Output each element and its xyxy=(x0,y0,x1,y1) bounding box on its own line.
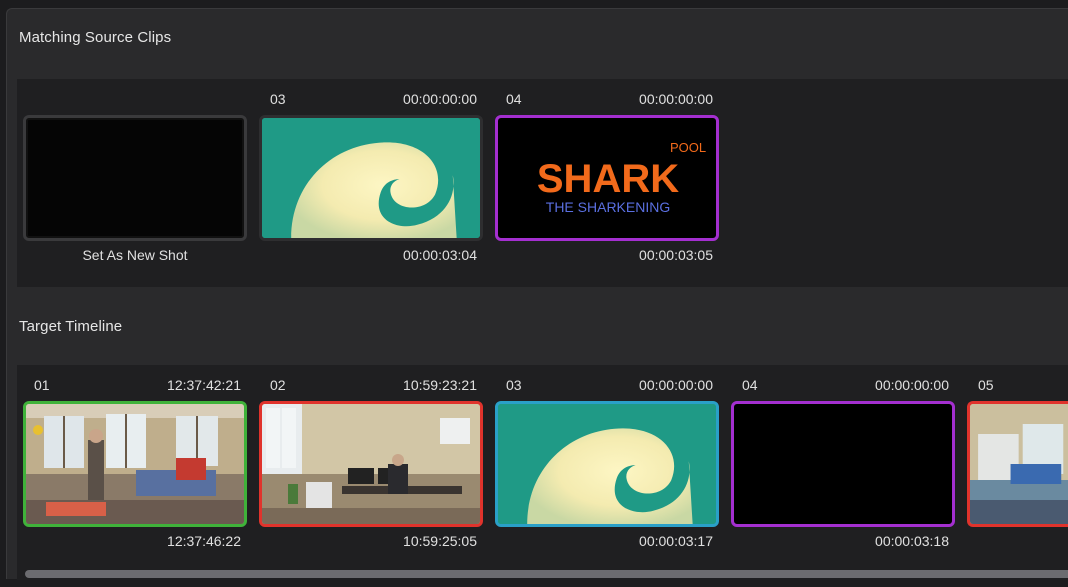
set-as-new-shot-label: Set As New Shot xyxy=(82,247,188,263)
wave-thumbnail xyxy=(495,401,719,527)
black-thumbnail xyxy=(731,401,955,527)
source-clip-03[interactable]: 03 00:00:00:00 00:00:03:04 xyxy=(259,91,483,301)
clip-number: 03 xyxy=(270,91,286,107)
clip-start-timecode: 12:37:42:21 xyxy=(167,377,241,393)
office-scene-thumbnail xyxy=(23,401,247,527)
clip-end-timecode: 00:00:03:18 xyxy=(875,533,949,549)
timeline-clip-02[interactable]: 02 10:59:23:21 10:59:25:05 xyxy=(259,377,483,587)
timeline-clip-05[interactable]: 05 xyxy=(967,377,1068,587)
clip-number: 05 xyxy=(978,377,994,393)
shark-title-thumbnail: POOL SHARK THE SHARKENING xyxy=(495,115,719,241)
match-clips-window: Matching Source Clips Set As New Shot 03… xyxy=(6,8,1068,580)
clip-end-timecode: 00:00:03:17 xyxy=(639,533,713,549)
clip-end-timecode: 00:00:03:05 xyxy=(639,247,713,263)
clip-end-timecode: 12:37:46:22 xyxy=(167,533,241,549)
clip-end-timecode: 10:59:25:05 xyxy=(403,533,477,549)
timeline-clip-04[interactable]: 04 00:00:00:00 00:00:03:18 xyxy=(731,377,955,587)
clip-start-timecode: 00:00:00:00 xyxy=(403,91,477,107)
clip-number: 03 xyxy=(506,377,522,393)
clip-number: 04 xyxy=(742,377,758,393)
logo-shark-text: SHARK xyxy=(537,157,679,201)
clip-start-timecode: 00:00:00:00 xyxy=(639,377,713,393)
horizontal-scrollbar[interactable] xyxy=(25,570,1068,578)
timeline-clips-strip: 01 12:37:42:21 12:37:46:22 02 10:59:23:2… xyxy=(17,365,1068,580)
clip-number: 02 xyxy=(270,377,286,393)
wave-thumbnail xyxy=(259,115,483,241)
clip-end-timecode: 00:00:03:04 xyxy=(403,247,477,263)
room-scene-thumbnail xyxy=(967,401,1068,527)
clip-number: 01 xyxy=(34,377,50,393)
desk-scene-thumbnail xyxy=(259,401,483,527)
clip-start-timecode: 10:59:23:21 xyxy=(403,377,477,393)
clip-start-timecode: 00:00:00:00 xyxy=(639,91,713,107)
set-as-new-shot-clip[interactable]: Set As New Shot xyxy=(23,91,247,301)
empty-thumbnail xyxy=(23,115,247,241)
matching-clips-strip: Set As New Shot 03 00:00:00:00 00:00:03:… xyxy=(17,79,1068,287)
logo-pool-text: POOL xyxy=(670,140,706,155)
clip-number: 04 xyxy=(506,91,522,107)
target-timeline-title: Target Timeline xyxy=(19,318,123,335)
matching-source-clips-title: Matching Source Clips xyxy=(19,29,172,46)
clip-start-timecode: 00:00:00:00 xyxy=(875,377,949,393)
timeline-clip-01[interactable]: 01 12:37:42:21 12:37:46:22 xyxy=(23,377,247,587)
timeline-clip-03[interactable]: 03 00:00:00:00 00:00:03:17 xyxy=(495,377,719,587)
logo-subtitle-text: THE SHARKENING xyxy=(546,199,670,215)
source-clip-04[interactable]: 04 00:00:00:00 POOL SHARK THE SHARKENING… xyxy=(495,91,719,301)
